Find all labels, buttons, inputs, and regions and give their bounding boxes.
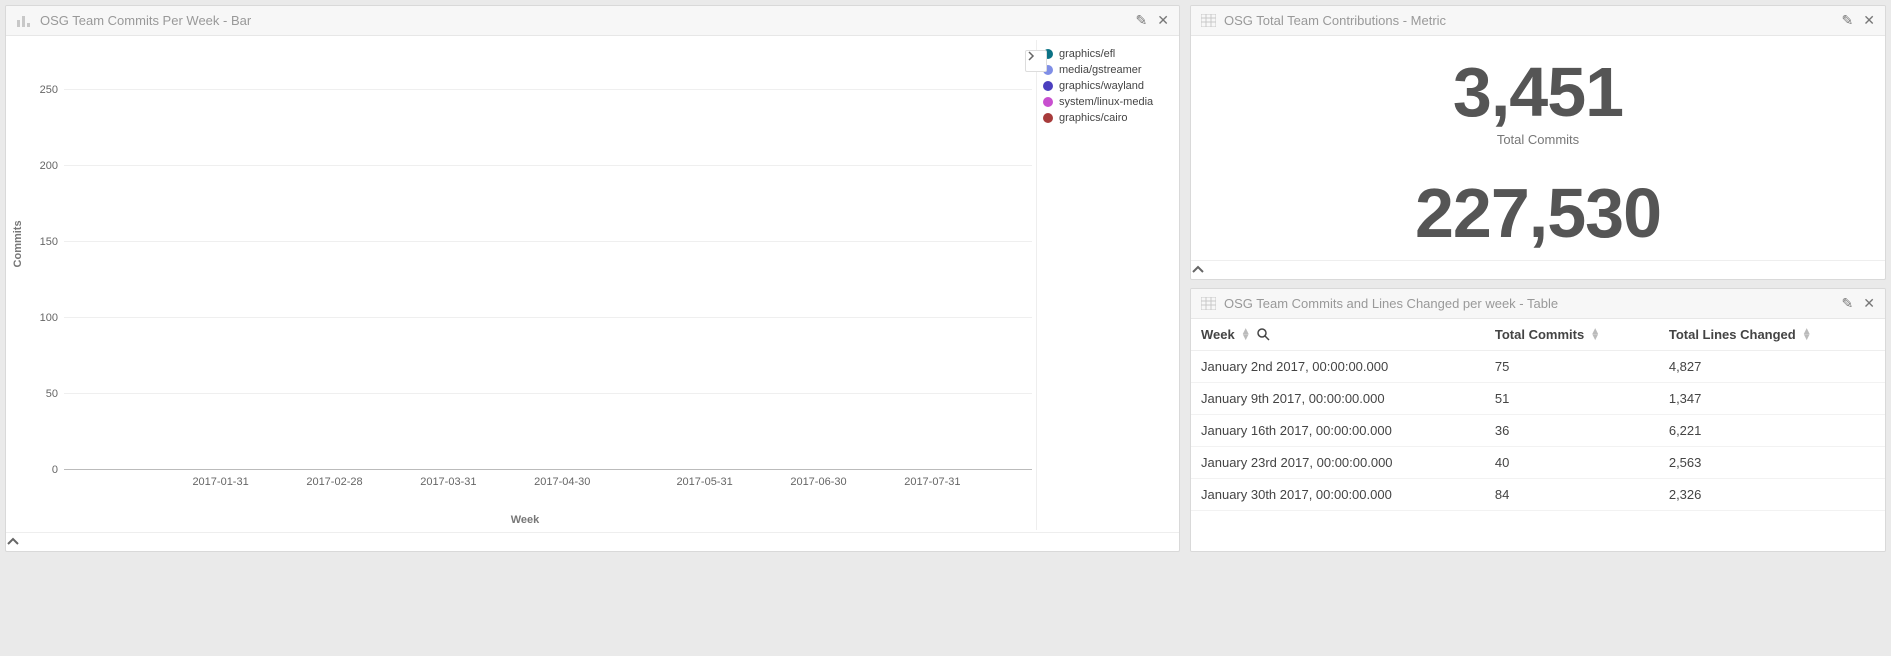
x-tick-label: 2017-02-28	[306, 476, 362, 488]
panel-header: OSG Team Commits and Lines Changed per w…	[1191, 289, 1885, 319]
y-tick-label: 0	[26, 464, 58, 476]
table-row[interactable]: January 9th 2017, 00:00:00.000511,347	[1191, 383, 1885, 415]
y-tick-label: 100	[26, 312, 58, 324]
x-tick-label: 2017-01-31	[192, 476, 248, 488]
column-header-commits[interactable]: Total Commits ▲▼	[1485, 319, 1659, 351]
legend-item[interactable]: graphics/efl	[1043, 46, 1165, 62]
sort-icon[interactable]: ▲▼	[1241, 329, 1251, 341]
metric-total-commits-label: Total Commits	[1201, 132, 1875, 147]
panel-expand-toggle[interactable]	[1191, 260, 1885, 279]
table-icon	[1201, 297, 1216, 310]
legend-label: media/gstreamer	[1059, 64, 1142, 76]
table-cell-lines: 4,827	[1659, 351, 1885, 383]
chart-plot-area[interactable]	[64, 60, 1032, 470]
table-icon	[1201, 14, 1216, 27]
panel-table: OSG Team Commits and Lines Changed per w…	[1190, 288, 1886, 552]
sort-icon[interactable]: ▲▼	[1590, 329, 1600, 341]
legend-label: graphics/efl	[1059, 48, 1115, 60]
panel-bar-chart: OSG Team Commits Per Week - Bar ✎ ✕ Comm…	[5, 5, 1180, 552]
y-tick-label: 50	[26, 388, 58, 400]
x-axis: 2017-01-31 2017-02-28 2017-03-31 2017-04-30…	[64, 476, 1032, 506]
x-tick-label: 2017-04-30	[534, 476, 590, 488]
y-axis-title: Commits	[12, 220, 24, 267]
sort-icon[interactable]: ▲▼	[1802, 329, 1812, 341]
x-tick-label: 2017-07-31	[904, 476, 960, 488]
table-cell-week: January 16th 2017, 00:00:00.000	[1191, 415, 1485, 447]
table-row[interactable]: January 16th 2017, 00:00:00.000366,221	[1191, 415, 1885, 447]
panel-header: OSG Total Team Contributions - Metric ✎ …	[1191, 6, 1885, 36]
metric-total-commits-value: 3,451	[1201, 56, 1875, 130]
close-icon[interactable]: ✕	[1863, 295, 1875, 312]
table-cell-week: January 30th 2017, 00:00:00.000	[1191, 479, 1485, 511]
table-cell-week: January 9th 2017, 00:00:00.000	[1191, 383, 1485, 415]
table-cell-lines: 2,326	[1659, 479, 1885, 511]
x-tick-label: 2017-03-31	[420, 476, 476, 488]
table-row[interactable]: January 30th 2017, 00:00:00.000842,326	[1191, 479, 1885, 511]
close-icon[interactable]: ✕	[1157, 12, 1169, 29]
chart-legend: graphics/efl media/gstreamer graphics/wayl…	[1036, 40, 1171, 530]
y-tick-label: 250	[26, 84, 58, 96]
legend-label: graphics/cairo	[1059, 112, 1127, 124]
table-cell-lines: 6,221	[1659, 415, 1885, 447]
legend-label: system/linux-media	[1059, 96, 1153, 108]
column-header-lines[interactable]: Total Lines Changed ▲▼	[1659, 319, 1885, 351]
legend-swatch	[1043, 113, 1053, 123]
edit-icon[interactable]: ✎	[1842, 295, 1854, 312]
table-cell-commits: 75	[1485, 351, 1659, 383]
table-row[interactable]: January 23rd 2017, 00:00:00.000402,563	[1191, 447, 1885, 479]
close-icon[interactable]: ✕	[1863, 12, 1875, 29]
table-cell-lines: 1,347	[1659, 383, 1885, 415]
x-tick-label: 2017-05-31	[676, 476, 732, 488]
table-cell-lines: 2,563	[1659, 447, 1885, 479]
panel-title: OSG Team Commits Per Week - Bar	[40, 13, 251, 28]
legend-swatch	[1043, 81, 1053, 91]
legend-toggle[interactable]	[1025, 50, 1047, 72]
legend-item[interactable]: graphics/wayland	[1043, 78, 1165, 94]
table-cell-commits: 84	[1485, 479, 1659, 511]
x-tick-label: 2017-06-30	[790, 476, 846, 488]
table-cell-commits: 36	[1485, 415, 1659, 447]
panel-expand-toggle[interactable]	[6, 532, 1179, 551]
panel-title: OSG Team Commits and Lines Changed per w…	[1224, 296, 1558, 311]
y-tick-label: 150	[26, 236, 58, 248]
legend-item[interactable]: media/gstreamer	[1043, 62, 1165, 78]
x-axis-title: Week	[511, 514, 540, 526]
edit-icon[interactable]: ✎	[1842, 12, 1854, 29]
table-row[interactable]: January 2nd 2017, 00:00:00.000754,827	[1191, 351, 1885, 383]
panel-title: OSG Total Team Contributions - Metric	[1224, 13, 1446, 28]
legend-label: graphics/wayland	[1059, 80, 1144, 92]
table-cell-week: January 23rd 2017, 00:00:00.000	[1191, 447, 1485, 479]
panel-header: OSG Team Commits Per Week - Bar ✎ ✕	[6, 6, 1179, 36]
panel-metric: OSG Total Team Contributions - Metric ✎ …	[1190, 5, 1886, 280]
table-cell-week: January 2nd 2017, 00:00:00.000	[1191, 351, 1485, 383]
commits-table: Week ▲▼ Total Commits ▲▼	[1191, 319, 1885, 511]
column-header-week[interactable]: Week ▲▼	[1191, 319, 1485, 351]
table-cell-commits: 51	[1485, 383, 1659, 415]
metric-lines-changed-value: 227,530	[1201, 177, 1875, 251]
edit-icon[interactable]: ✎	[1136, 12, 1148, 29]
legend-item[interactable]: graphics/cairo	[1043, 110, 1165, 126]
table-cell-commits: 40	[1485, 447, 1659, 479]
y-tick-label: 200	[26, 160, 58, 172]
y-axis: 050100150200250	[26, 60, 58, 470]
legend-item[interactable]: system/linux-media	[1043, 94, 1165, 110]
bar-chart-icon	[16, 14, 32, 28]
search-icon[interactable]	[1257, 328, 1270, 341]
legend-swatch	[1043, 97, 1053, 107]
